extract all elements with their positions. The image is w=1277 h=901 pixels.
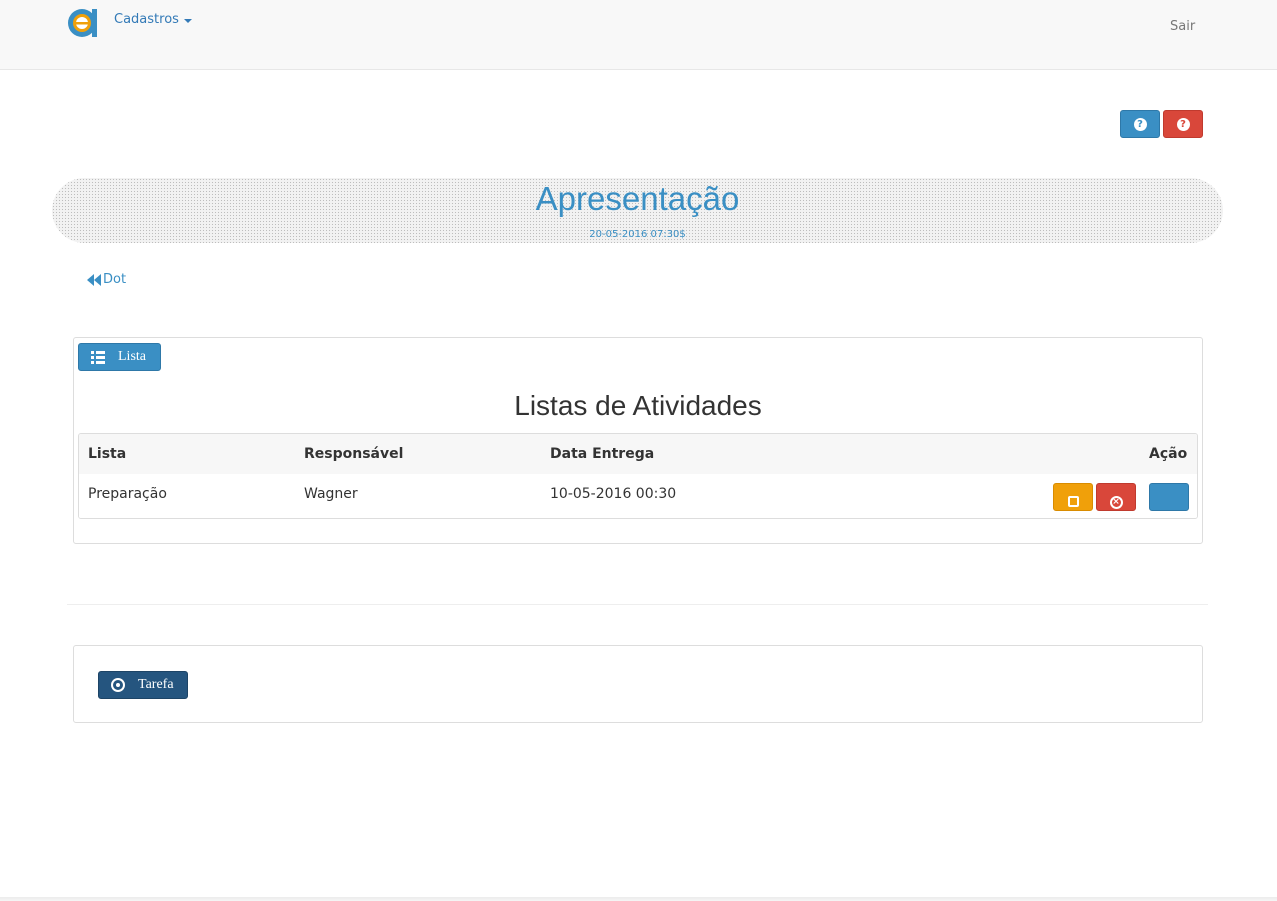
header-data-entrega: Data Entrega — [550, 446, 655, 462]
help-button-blue[interactable]: ? — [1120, 110, 1160, 138]
back-link[interactable]: Dot — [87, 272, 126, 287]
list-icon — [91, 350, 105, 364]
lists-table: Lista Responsável Data Entrega Ação Prep… — [78, 433, 1198, 519]
title-banner: Apresentação 20-05-2016 07:30$ — [52, 178, 1223, 243]
task-panel: Tarefa — [73, 645, 1203, 723]
delete-button[interactable]: × — [1096, 483, 1136, 511]
header-lista: Lista — [88, 446, 127, 462]
table-row: Preparação Wagner 10-05-2016 00:30 × — [79, 474, 1197, 518]
edit-button[interactable] — [1053, 483, 1093, 511]
backward-icon — [87, 273, 101, 286]
view-list-button[interactable] — [1149, 483, 1189, 511]
top-navbar: Cadastros Sair — [0, 0, 1277, 70]
bottom-edge — [0, 897, 1277, 901]
lists-heading: Listas de Atividades — [514, 390, 762, 421]
page-title: Apresentação — [535, 180, 740, 217]
header-acao: Ação — [1149, 446, 1188, 462]
table-header: Lista Responsável Data Entrega Ação — [79, 434, 1197, 474]
tarefa-button[interactable]: Tarefa — [98, 671, 188, 699]
lists-panel: Lista Listas de Atividades Lista Respons… — [73, 337, 1203, 544]
page-date: 20-05-2016 07:30$ — [589, 229, 686, 240]
lista-button-label: Lista — [118, 349, 146, 364]
cadastros-label: Cadastros — [114, 12, 179, 27]
cadastros-dropdown[interactable]: Cadastros — [114, 12, 192, 27]
edit-icon — [1067, 496, 1079, 507]
caret-down-icon — [183, 18, 192, 23]
question-circle-icon: ? — [1176, 117, 1190, 131]
section-divider — [67, 604, 1208, 605]
header-responsavel: Responsável — [304, 446, 404, 462]
cell-data-entrega: 10-05-2016 00:30 — [550, 486, 677, 502]
dot-circle-icon — [111, 678, 125, 692]
close-circle-icon: × — [1109, 496, 1123, 509]
help-button-red[interactable]: ? — [1163, 110, 1203, 138]
lista-button[interactable]: Lista — [78, 343, 161, 371]
logout-link[interactable]: Sair — [1170, 19, 1195, 34]
question-circle-icon: ? — [1133, 117, 1147, 131]
tarefa-button-label: Tarefa — [138, 677, 174, 692]
cell-lista: Preparação — [88, 486, 167, 502]
app-logo[interactable] — [67, 6, 99, 38]
cell-responsavel: Wagner — [304, 486, 358, 502]
back-link-label: Dot — [103, 272, 127, 287]
